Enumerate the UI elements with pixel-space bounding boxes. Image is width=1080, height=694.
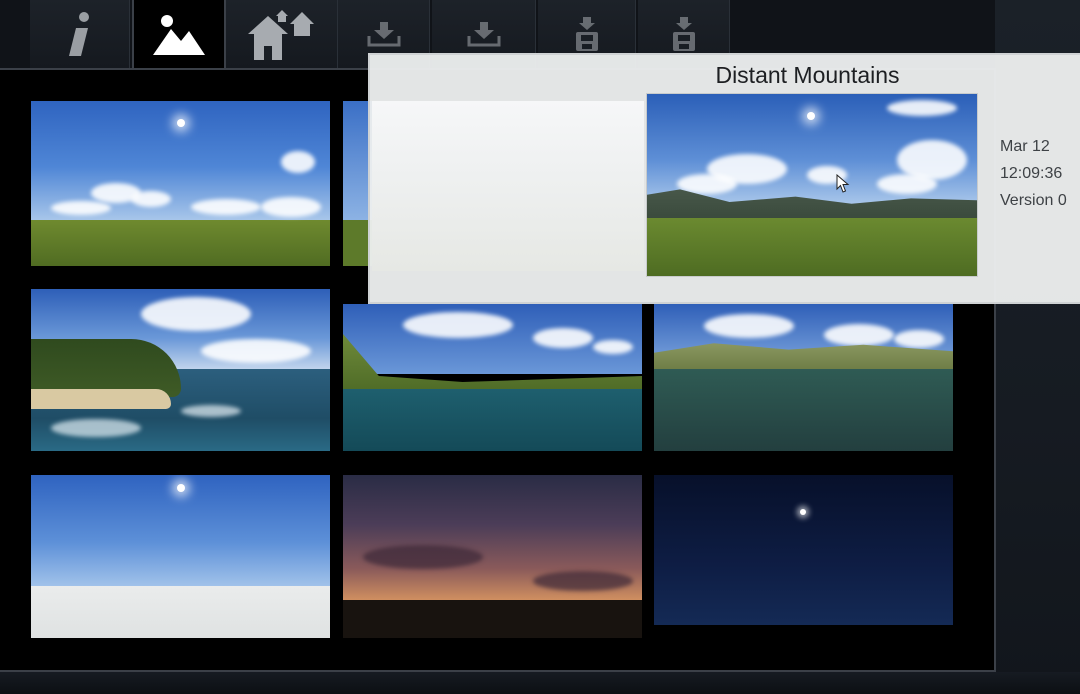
faded-preview: [372, 101, 644, 271]
tab-buildings[interactable]: [226, 0, 338, 68]
download-icon: [467, 22, 500, 47]
thumbnail-sunny-plains[interactable]: [31, 101, 330, 266]
save-disk-icon: [575, 17, 598, 51]
download-icon: [367, 22, 400, 47]
thumbnail-clear-sky-white-ground[interactable]: [31, 475, 330, 638]
thumbnail-tropical-beach[interactable]: [31, 289, 330, 451]
tab-skies[interactable]: [132, 0, 226, 70]
sky-preview-popup: Distant Mountains Mar 12 12:09:36 Versio…: [368, 53, 1080, 304]
mountain-image-icon: [153, 15, 205, 55]
preview-image[interactable]: [646, 93, 978, 277]
thumbnail-night-sky[interactable]: [654, 475, 953, 625]
save-disk-icon: [672, 17, 695, 51]
thumbnail-hillside-lake[interactable]: [654, 304, 953, 451]
grass-field: [647, 218, 977, 276]
beach-sand: [31, 389, 171, 409]
background-bottom: [0, 672, 1080, 694]
mouse-cursor-icon: [836, 174, 850, 193]
tab-info[interactable]: [30, 0, 130, 68]
thumbnail-sunset[interactable]: [343, 475, 642, 638]
info-icon: [68, 12, 89, 56]
popup-title: Distant Mountains: [715, 62, 900, 88]
popup-time: 12:09:36: [1000, 165, 1063, 182]
popup-date: Mar 12: [1000, 138, 1050, 155]
thumbnail-mountain-lake[interactable]: [343, 304, 642, 451]
popup-version: Version 0: [1000, 192, 1067, 209]
houses-icon: [247, 10, 314, 60]
